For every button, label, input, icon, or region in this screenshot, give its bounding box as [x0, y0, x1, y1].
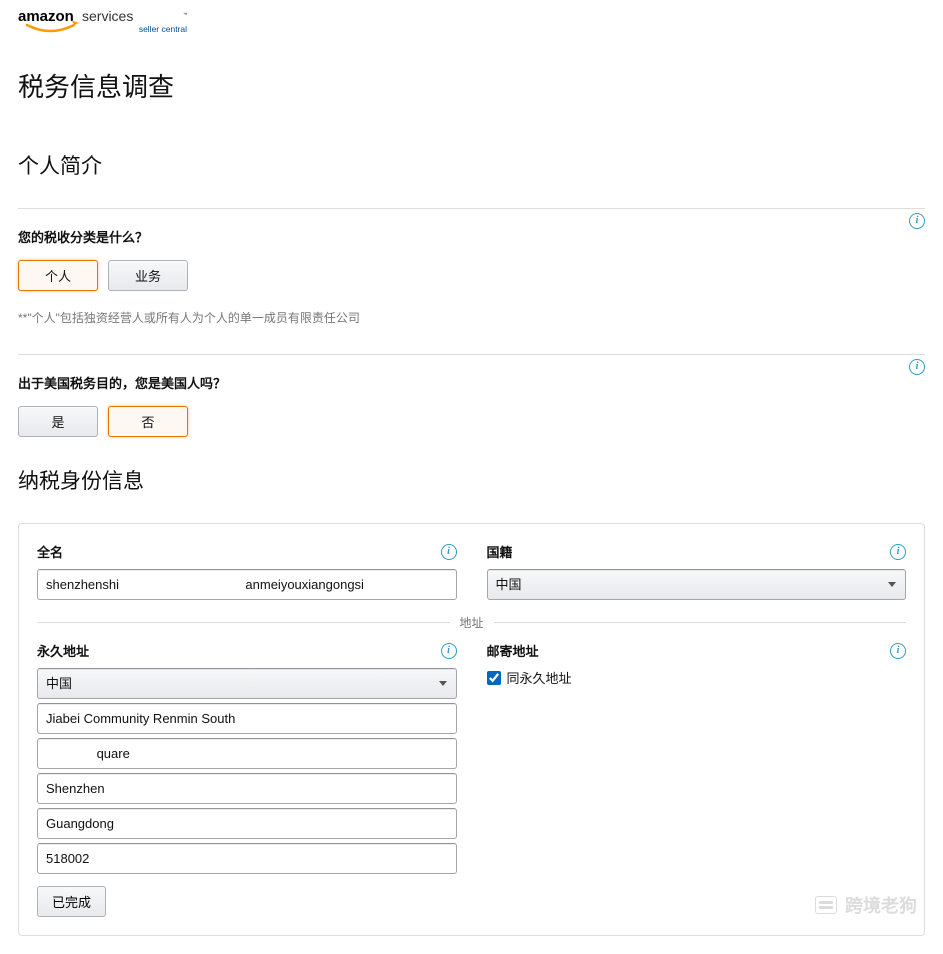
perm-addr-line1-input[interactable]	[37, 703, 457, 734]
perm-addr-label: 永久地址	[37, 641, 89, 660]
perm-addr-line2-input[interactable]	[37, 738, 457, 769]
option-yes-button[interactable]: 是	[18, 406, 98, 437]
svg-text:seller central: seller central	[139, 24, 187, 34]
page-title: 税务信息调查	[18, 67, 925, 104]
address-divider: 地址	[37, 622, 906, 623]
mailing-address-field: 邮寄地址 i 同永久地址	[487, 641, 907, 917]
fullname-input[interactable]	[37, 569, 457, 600]
nationality-field: 国籍 i 中国	[487, 542, 907, 600]
q2-label: 出于美国税务目的，您是美国人吗？	[18, 373, 925, 392]
fullname-field: 全名 i	[37, 542, 457, 600]
info-icon[interactable]: i	[441, 643, 457, 659]
nationality-select[interactable]: 中国	[487, 569, 907, 600]
fullname-label: 全名	[37, 542, 63, 561]
amazon-logo-svg: amazon services ™ seller central	[18, 6, 188, 48]
mail-addr-label: 邮寄地址	[487, 641, 539, 660]
info-icon[interactable]: i	[909, 213, 925, 229]
svg-text:amazon: amazon	[18, 8, 74, 25]
nationality-label: 国籍	[487, 542, 513, 561]
perm-addr-province-input[interactable]	[37, 808, 457, 839]
us-person-section: i 出于美国税务目的，您是美国人吗？ 是 否	[18, 354, 925, 437]
svg-text:™: ™	[183, 12, 188, 17]
same-as-permanent-label: 同永久地址	[507, 668, 572, 687]
same-as-permanent-row[interactable]: 同永久地址	[487, 668, 907, 687]
q1-label: 您的税收分类是什么？	[18, 227, 925, 246]
info-icon[interactable]: i	[909, 359, 925, 375]
address-done-button[interactable]: 已完成	[37, 886, 106, 917]
amazon-services-logo: amazon services ™ seller central	[18, 6, 925, 53]
info-icon[interactable]: i	[441, 544, 457, 560]
perm-addr-country-select[interactable]: 中国	[37, 668, 457, 699]
option-individual-button[interactable]: 个人	[18, 260, 98, 291]
identity-box: 全名 i 国籍 i 中国 地址 永久地址 i	[18, 523, 925, 936]
option-no-button[interactable]: 否	[108, 406, 188, 437]
q1-note: **"个人"包括独资经营人或所有人为个人的单一成员有限责任公司	[18, 309, 925, 326]
same-as-permanent-checkbox[interactable]	[487, 671, 501, 685]
perm-addr-city-input[interactable]	[37, 773, 457, 804]
info-icon[interactable]: i	[890, 544, 906, 560]
address-divider-label: 地址	[449, 614, 493, 631]
identity-heading: 纳税身份信息	[18, 465, 925, 495]
profile-heading: 个人简介	[18, 150, 925, 180]
svg-text:services: services	[82, 8, 133, 24]
info-icon[interactable]: i	[890, 643, 906, 659]
permanent-address-field: 永久地址 i 中国 已完成	[37, 641, 457, 917]
option-business-button[interactable]: 业务	[108, 260, 188, 291]
perm-addr-postal-input[interactable]	[37, 843, 457, 874]
tax-classification-section: i 您的税收分类是什么？ 个人 业务 **"个人"包括独资经营人或所有人为个人的…	[18, 208, 925, 326]
